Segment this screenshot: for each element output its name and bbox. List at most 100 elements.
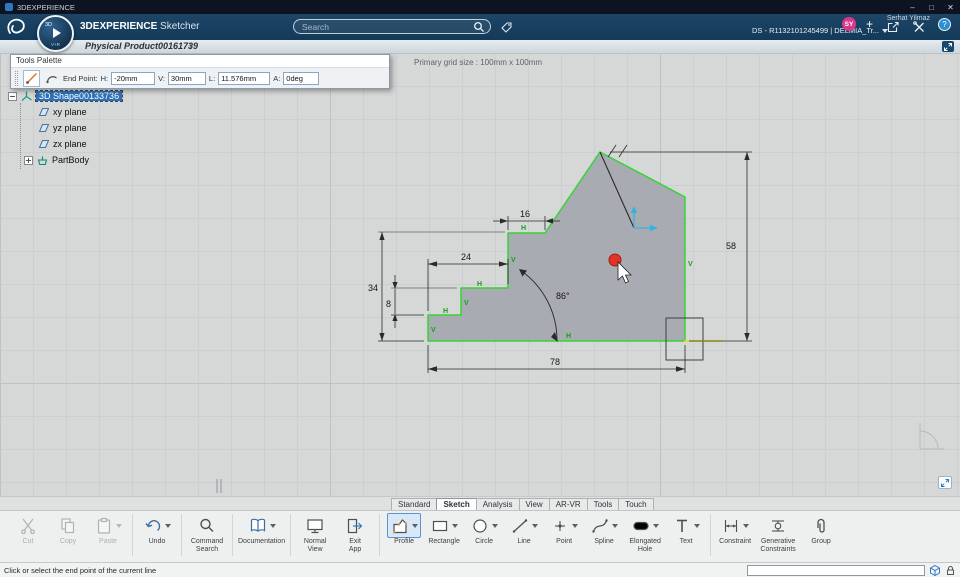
tree-item-partbody[interactable]: PartBody xyxy=(8,153,122,167)
tree-item-zx-plane[interactable]: zx plane xyxy=(8,137,122,151)
dropdown-caret-icon[interactable] xyxy=(269,523,276,528)
dropdown-caret-icon[interactable] xyxy=(412,523,419,528)
tree-item-label[interactable]: 3D Shape00133736 xyxy=(34,90,124,102)
tools-palette-title[interactable]: Tools Palette xyxy=(11,55,389,68)
expand-expander-icon[interactable] xyxy=(24,155,33,165)
tree-item-label[interactable]: zx plane xyxy=(53,139,87,149)
dropdown-caret-icon[interactable] xyxy=(532,523,539,528)
toolbar-item-spline[interactable]: Spline xyxy=(585,513,623,546)
status-input[interactable] xyxy=(747,564,925,576)
toolbar-separator xyxy=(290,514,292,556)
point-icon xyxy=(555,520,566,531)
toolbar-item-normal-view[interactable]: Normal View xyxy=(296,513,334,554)
avatar[interactable]: SY xyxy=(842,17,856,31)
help-button[interactable]: ? xyxy=(938,18,951,31)
tree-item-label[interactable]: yz plane xyxy=(53,123,87,133)
svg-text:34: 34 xyxy=(368,283,378,293)
compass-3d-label: 3D xyxy=(45,22,53,28)
tree-item-label[interactable]: PartBody xyxy=(52,155,89,165)
svg-text:V: V xyxy=(431,327,436,334)
command-search-icon xyxy=(200,518,214,532)
v-field-input[interactable] xyxy=(167,71,206,85)
status-bar: Click or select the end point of the cur… xyxy=(0,562,960,577)
cube-3d-icon[interactable] xyxy=(929,564,941,577)
search-bar[interactable] xyxy=(293,19,491,34)
collapse-expander-icon[interactable] xyxy=(8,91,17,101)
spline-icon xyxy=(592,518,608,533)
tag-icon[interactable] xyxy=(500,21,513,34)
shape-axes-icon xyxy=(20,90,33,103)
toolbar-item-point[interactable]: Point xyxy=(545,513,583,546)
toolbar-item-profile[interactable]: Profile xyxy=(385,513,423,546)
svg-text:86°: 86° xyxy=(556,291,570,301)
3d-compass[interactable]: 3D V+R xyxy=(37,15,74,52)
documentation-icon xyxy=(250,518,265,532)
app-window: 3DEXPERIENCE – □ ✕ 3DEXPERIENCE Sketcher… xyxy=(0,0,960,577)
tools-icon[interactable] xyxy=(912,20,926,34)
sketch-profile[interactable] xyxy=(427,151,686,342)
svg-text:H: H xyxy=(566,333,571,340)
toolbar-separator xyxy=(379,514,381,556)
h-field-input[interactable] xyxy=(111,71,156,85)
minimize-button[interactable]: – xyxy=(903,3,922,12)
dropdown-caret-icon[interactable] xyxy=(116,523,122,528)
status-message: Click or select the end point of the cur… xyxy=(4,565,157,575)
tree-item-xy-plane[interactable]: xy plane xyxy=(8,105,122,119)
dropdown-caret-icon[interactable] xyxy=(452,523,459,528)
dropdown-caret-icon[interactable] xyxy=(612,523,619,528)
copy-icon xyxy=(61,517,75,533)
svg-text:H: H xyxy=(521,225,526,232)
toolbar-item-circle[interactable]: Circle xyxy=(465,513,503,546)
close-button[interactable]: ✕ xyxy=(941,3,960,12)
tools-palette[interactable]: Tools Palette End Point: H: -20mm V: 30m… xyxy=(10,54,390,89)
toolbar-item-cut[interactable]: Cut xyxy=(9,513,47,546)
toolbar-item-elongated-hole[interactable]: Elongated Hole xyxy=(625,513,665,554)
toolbar-item-line[interactable]: Line xyxy=(505,513,543,546)
add-content-button[interactable]: + xyxy=(866,18,873,30)
palette-drag-handle[interactable] xyxy=(15,70,18,86)
l-field-label: L: xyxy=(208,73,216,83)
search-input[interactable] xyxy=(294,21,473,32)
tree-item-3d-shape[interactable]: 3D Shape00133736 xyxy=(8,89,124,103)
toolbar-item-paste[interactable]: Paste xyxy=(89,513,127,546)
dropdown-caret-icon[interactable] xyxy=(653,523,660,528)
toolbar-item-copy[interactable]: Copy xyxy=(49,513,87,546)
toolbar-item-documentation[interactable]: Documentation xyxy=(238,513,285,546)
toolbar-item-generative-constraints[interactable]: Generative Constraints xyxy=(756,513,800,554)
product-tab[interactable]: Physical Product00161739 xyxy=(85,41,198,51)
toolbar-separator xyxy=(232,514,233,556)
dropdown-caret-icon[interactable] xyxy=(694,523,701,528)
toolbar-item-rectangle[interactable]: Rectangle xyxy=(425,513,463,546)
tree-item-yz-plane[interactable]: yz plane xyxy=(8,121,122,135)
toolbar-item-group[interactable]: Group xyxy=(802,513,840,546)
maximize-button[interactable]: □ xyxy=(922,3,941,12)
dropdown-caret-icon[interactable] xyxy=(572,523,579,528)
partbody-icon xyxy=(36,154,49,167)
share-icon[interactable] xyxy=(886,20,900,34)
search-icon[interactable] xyxy=(473,21,485,33)
svg-text:24: 24 xyxy=(461,252,471,262)
lock-icon[interactable] xyxy=(945,565,956,576)
toolbar-item-text[interactable]: Text xyxy=(667,513,705,546)
brand-title: 3DEXPERIENCE Sketcher xyxy=(80,21,200,32)
toolbar-section-tabs: Standard Sketch Analysis View AR-VR Tool… xyxy=(0,496,960,511)
dimension-bottom-width[interactable]: 78 xyxy=(427,345,686,373)
new-tab-button[interactable]: + xyxy=(188,41,193,51)
toolbar-item-constraint[interactable]: Constraint xyxy=(716,513,754,546)
toolbar-item-undo[interactable]: Undo xyxy=(138,513,176,546)
l-field-input[interactable] xyxy=(218,71,271,85)
tree-item-label[interactable]: xy plane xyxy=(53,107,87,117)
line-icon xyxy=(512,518,528,533)
dropdown-caret-icon[interactable] xyxy=(492,523,499,528)
dropdown-caret-icon[interactable] xyxy=(743,523,750,528)
a-field-input[interactable] xyxy=(283,71,320,85)
toolbar-item-command-search[interactable]: Command Search xyxy=(187,513,227,554)
expand-view-button[interactable] xyxy=(942,41,954,52)
dropdown-caret-icon[interactable] xyxy=(165,523,171,528)
normal-view-icon xyxy=(307,518,323,533)
toolbar-item-exit-app[interactable]: Exit App xyxy=(336,513,374,554)
canvas-expand-button[interactable] xyxy=(938,476,952,489)
arc-tool-button[interactable] xyxy=(43,70,60,87)
line-tool-button[interactable] xyxy=(23,69,40,87)
sketch-canvas[interactable]: Primary grid size : 100mm x 100mm 78 58 … xyxy=(0,53,960,496)
